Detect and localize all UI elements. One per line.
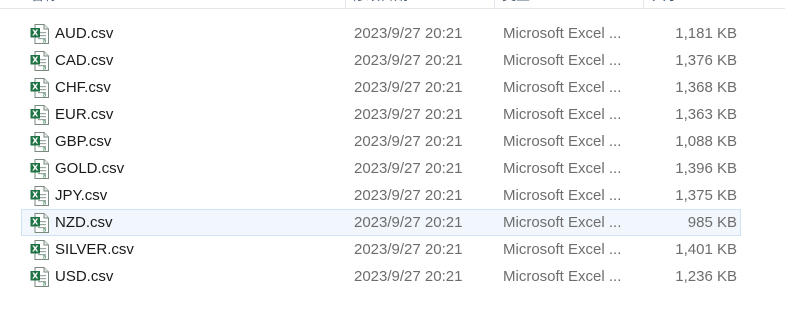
column-header-size[interactable]: 大小: [652, 0, 732, 8]
svg-text:X: X: [32, 245, 39, 254]
file-row[interactable]: a X JPY.csv 2023/9/27 20:21 Microsoft Ex…: [21, 182, 741, 209]
file-name: SILVER.csv: [55, 241, 134, 258]
excel-csv-file-icon: a X: [30, 24, 49, 45]
svg-text:X: X: [32, 191, 39, 200]
excel-csv-file-icon: a X: [30, 267, 49, 288]
svg-text:a: a: [43, 227, 47, 234]
svg-text:a: a: [43, 146, 47, 153]
column-header-type[interactable]: 类型: [502, 0, 632, 8]
file-type: Microsoft Excel ...: [503, 214, 622, 231]
column-separator[interactable]: [643, 0, 644, 8]
svg-text:X: X: [32, 83, 39, 92]
file-type: Microsoft Excel ...: [503, 187, 622, 204]
file-row[interactable]: a X AUD.csv 2023/9/27 20:21 Microsoft Ex…: [21, 20, 741, 47]
excel-csv-file-icon: a X: [30, 213, 49, 234]
column-header-row: 名称 修改日期 类型 大小: [0, 0, 785, 9]
file-type: Microsoft Excel ...: [503, 106, 622, 123]
file-row[interactable]: a X USD.csv 2023/9/27 20:21 Microsoft Ex…: [21, 263, 741, 290]
file-modified-date: 2023/9/27 20:21: [354, 268, 463, 285]
file-row[interactable]: a X EUR.csv 2023/9/27 20:21 Microsoft Ex…: [21, 101, 741, 128]
file-name: JPY.csv: [55, 187, 108, 204]
file-row[interactable]: a X GBP.csv 2023/9/27 20:21 Microsoft Ex…: [21, 128, 741, 155]
file-name: GOLD.csv: [55, 160, 125, 177]
file-modified-date: 2023/9/27 20:21: [354, 133, 463, 150]
file-name: AUD.csv: [55, 25, 114, 42]
excel-csv-file-icon: a X: [30, 78, 49, 99]
excel-csv-file-icon: a X: [30, 186, 49, 207]
excel-csv-file-icon: a X: [30, 132, 49, 153]
file-size: 1,396 KB: [675, 160, 737, 177]
svg-text:X: X: [32, 137, 39, 146]
file-row[interactable]: a X CHF.csv 2023/9/27 20:21 Microsoft Ex…: [21, 74, 741, 101]
file-modified-date: 2023/9/27 20:21: [354, 106, 463, 123]
file-name: USD.csv: [55, 268, 114, 285]
svg-text:a: a: [43, 38, 47, 45]
file-type: Microsoft Excel ...: [503, 52, 622, 69]
file-row[interactable]: a X GOLD.csv 2023/9/27 20:21 Microsoft E…: [21, 155, 741, 182]
file-type: Microsoft Excel ...: [503, 268, 622, 285]
file-row[interactable]: a X CAD.csv 2023/9/27 20:21 Microsoft Ex…: [21, 47, 741, 74]
file-name: GBP.csv: [55, 133, 112, 150]
excel-csv-file-icon: a X: [30, 159, 49, 180]
svg-text:X: X: [32, 110, 39, 119]
svg-text:a: a: [43, 173, 47, 180]
svg-text:a: a: [43, 65, 47, 72]
file-size: 1,375 KB: [675, 187, 737, 204]
column-header-date[interactable]: 修改日期: [352, 0, 482, 8]
column-separator[interactable]: [494, 0, 495, 8]
svg-text:X: X: [32, 29, 39, 38]
file-modified-date: 2023/9/27 20:21: [354, 52, 463, 69]
file-modified-date: 2023/9/27 20:21: [354, 187, 463, 204]
file-size: 1,088 KB: [675, 133, 737, 150]
file-name: NZD.csv: [55, 214, 113, 231]
svg-text:X: X: [32, 218, 39, 227]
column-header-name[interactable]: 名称: [30, 0, 330, 8]
file-modified-date: 2023/9/27 20:21: [354, 160, 463, 177]
excel-csv-file-icon: a X: [30, 105, 49, 126]
file-size: 1,368 KB: [675, 79, 737, 96]
file-name: EUR.csv: [55, 106, 114, 123]
file-modified-date: 2023/9/27 20:21: [354, 214, 463, 231]
file-list-pane: 名称 修改日期 类型 大小 a X AUD.csv 2023/9/27 20:2…: [0, 0, 785, 317]
file-type: Microsoft Excel ...: [503, 160, 622, 177]
file-type: Microsoft Excel ...: [503, 79, 622, 96]
svg-text:X: X: [32, 164, 39, 173]
file-size: 1,401 KB: [675, 241, 737, 258]
svg-text:X: X: [32, 56, 39, 65]
file-modified-date: 2023/9/27 20:21: [354, 25, 463, 42]
excel-csv-file-icon: a X: [30, 51, 49, 72]
svg-text:a: a: [43, 92, 47, 99]
file-modified-date: 2023/9/27 20:21: [354, 241, 463, 258]
svg-text:X: X: [32, 272, 39, 281]
column-separator[interactable]: [345, 0, 346, 8]
file-size: 985 KB: [687, 214, 737, 231]
file-row[interactable]: a X NZD.csv 2023/9/27 20:21 Microsoft Ex…: [21, 209, 741, 236]
excel-csv-file-icon: a X: [30, 240, 49, 261]
file-size: 1,236 KB: [675, 268, 737, 285]
file-type: Microsoft Excel ...: [503, 133, 622, 150]
svg-text:a: a: [43, 200, 47, 207]
svg-text:a: a: [43, 119, 47, 126]
svg-text:a: a: [43, 281, 47, 288]
file-size: 1,181 KB: [675, 25, 737, 42]
file-rows: a X AUD.csv 2023/9/27 20:21 Microsoft Ex…: [21, 20, 741, 290]
file-size: 1,376 KB: [675, 52, 737, 69]
file-type: Microsoft Excel ...: [503, 25, 622, 42]
file-type: Microsoft Excel ...: [503, 241, 622, 258]
file-name: CHF.csv: [55, 79, 111, 96]
file-size: 1,363 KB: [675, 106, 737, 123]
file-name: CAD.csv: [55, 52, 114, 69]
file-row[interactable]: a X SILVER.csv 2023/9/27 20:21 Microsoft…: [21, 236, 741, 263]
file-modified-date: 2023/9/27 20:21: [354, 79, 463, 96]
svg-text:a: a: [43, 254, 47, 261]
